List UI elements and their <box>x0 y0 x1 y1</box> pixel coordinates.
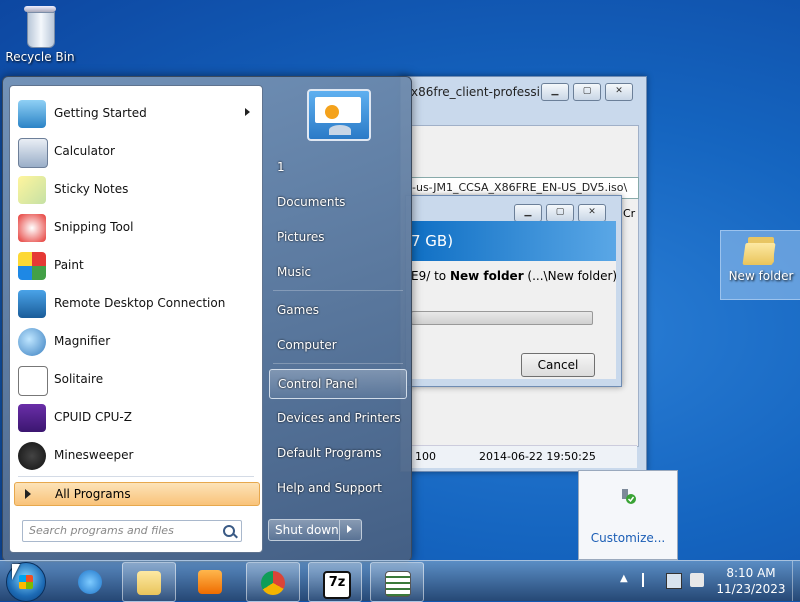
show-desktop-button[interactable] <box>792 561 800 601</box>
taskbar-notepad-list[interactable] <box>370 562 424 602</box>
new-folder-desktop-item[interactable]: New folder <box>720 230 800 300</box>
recycle-bin-label: Recycle Bin <box>5 50 75 64</box>
program-sticky-notes[interactable]: Sticky Notes <box>14 172 256 206</box>
window-title: x86fre_client-professi... <box>411 85 552 99</box>
taskbar-7zip[interactable]: 7z <box>308 562 362 602</box>
magnifier-icon <box>18 328 46 356</box>
remote-desktop-icon <box>18 290 46 318</box>
divider <box>273 290 403 291</box>
action-center-flag-icon[interactable] <box>642 573 658 587</box>
progress-bar <box>411 311 593 325</box>
internet-explorer-icon <box>78 570 102 594</box>
paint-icon <box>18 252 46 280</box>
all-programs-button[interactable]: All Programs <box>14 482 260 506</box>
start-item-help-support[interactable]: Help and Support <box>269 474 405 502</box>
cpuz-icon <box>18 404 46 432</box>
column-fragment: Cr <box>623 207 636 220</box>
start-item-default-programs[interactable]: Default Programs <box>269 439 405 467</box>
maximize-button[interactable]: ▢ <box>573 83 601 101</box>
chrome-icon <box>261 571 285 595</box>
dialog-minimize-button[interactable]: ▁ <box>514 204 542 222</box>
search-icon[interactable] <box>223 525 235 537</box>
dialog-maximize-button[interactable]: ▢ <box>546 204 574 222</box>
dialog-close-button[interactable]: ✕ <box>578 204 606 222</box>
folder-icon <box>742 237 778 265</box>
system-tray: ▲ <box>620 573 710 591</box>
taskbar-media-player[interactable] <box>184 562 236 600</box>
start-item-computer[interactable]: Computer <box>269 331 405 359</box>
start-item-control-panel[interactable]: Control Panel <box>269 369 407 399</box>
taskbar-explorer[interactable] <box>122 562 176 602</box>
search-input[interactable]: Search programs and files <box>22 520 242 542</box>
program-snipping-tool[interactable]: Snipping Tool <box>14 210 256 244</box>
start-item-pictures[interactable]: Pictures <box>269 223 405 251</box>
network-icon[interactable] <box>666 573 682 589</box>
clock-time: 8:10 AM <box>726 566 776 580</box>
customize-link[interactable]: Customize... <box>579 531 677 545</box>
snipping-tool-icon <box>18 214 46 242</box>
taskbar: 7z ▲ 8:10 AM 11/23/2023 <box>0 560 800 602</box>
dialog-header: 7 GB) <box>411 221 616 261</box>
7zip-icon: 7z <box>323 571 351 599</box>
divider <box>18 476 254 477</box>
program-magnifier[interactable]: Magnifier <box>14 324 256 358</box>
minimize-button[interactable]: ▁ <box>541 83 569 101</box>
status-date: 2014-06-22 19:50:25 <box>479 450 596 463</box>
program-paint[interactable]: Paint <box>14 248 256 282</box>
start-item-user[interactable]: 1 <box>269 153 405 181</box>
windows-logo-icon <box>19 575 33 589</box>
start-item-games[interactable]: Games <box>269 296 405 324</box>
notepad-list-icon <box>385 571 411 597</box>
status-value: 100 <box>415 450 436 463</box>
status-bar: 100 2014-06-22 19:50:25 <box>411 445 637 468</box>
program-solitaire[interactable]: Solitaire <box>14 362 256 396</box>
calculator-icon <box>18 138 48 168</box>
submenu-arrow-icon <box>245 108 250 116</box>
start-item-music[interactable]: Music <box>269 258 405 286</box>
start-item-devices-printers[interactable]: Devices and Printers <box>269 404 405 432</box>
programs-pane: Getting Started Calculator Sticky Notes … <box>9 85 263 553</box>
clock[interactable]: 8:10 AM 11/23/2023 <box>716 565 786 597</box>
divider <box>273 363 403 364</box>
progress-message: E9/ to New folder (...\New folder) <box>411 269 618 283</box>
recycle-bin[interactable]: Recycle Bin <box>4 6 76 64</box>
mouse-cursor-icon <box>12 564 20 580</box>
safely-remove-hardware-icon[interactable] <box>619 487 637 505</box>
cancel-button[interactable]: Cancel <box>521 353 595 377</box>
recycle-bin-icon <box>24 6 56 48</box>
volume-muted-icon[interactable] <box>690 573 704 587</box>
new-folder-label: New folder <box>728 269 794 283</box>
taskbar-ie[interactable] <box>64 562 116 600</box>
progress-dialog: ▁ ▢ ✕ 7 GB) E9/ to New folder (...\New f… <box>405 195 622 387</box>
sticky-notes-icon <box>18 176 46 204</box>
close-button[interactable]: ✕ <box>605 83 633 101</box>
expand-arrow-icon <box>25 489 31 499</box>
taskbar-chrome[interactable] <box>246 562 300 602</box>
program-getting-started[interactable]: Getting Started <box>14 96 256 130</box>
file-explorer-icon <box>137 571 161 595</box>
dialog-body: E9/ to New folder (...\New folder) Cance… <box>411 261 618 379</box>
media-player-icon <box>198 570 222 594</box>
program-cpuz[interactable]: CPUID CPU-Z <box>14 400 256 434</box>
program-remote-desktop[interactable]: Remote Desktop Connection <box>14 286 256 320</box>
minesweeper-icon <box>18 442 46 470</box>
user-picture[interactable] <box>307 89 371 141</box>
shutdown-button[interactable]: Shut down <box>268 519 362 541</box>
program-minesweeper[interactable]: Minesweeper <box>14 438 256 472</box>
getting-started-icon <box>18 100 46 128</box>
start-item-documents[interactable]: Documents <box>269 188 405 216</box>
show-hidden-icons-icon[interactable]: ▲ <box>620 573 634 587</box>
program-calculator[interactable]: Calculator <box>14 134 256 168</box>
clock-date: 11/23/2023 <box>716 582 786 596</box>
start-menu: Getting Started Calculator Sticky Notes … <box>2 76 412 562</box>
shutdown-options-arrow-icon[interactable] <box>347 525 352 533</box>
notification-overflow: Customize... <box>578 470 678 560</box>
solitaire-icon <box>18 366 48 396</box>
